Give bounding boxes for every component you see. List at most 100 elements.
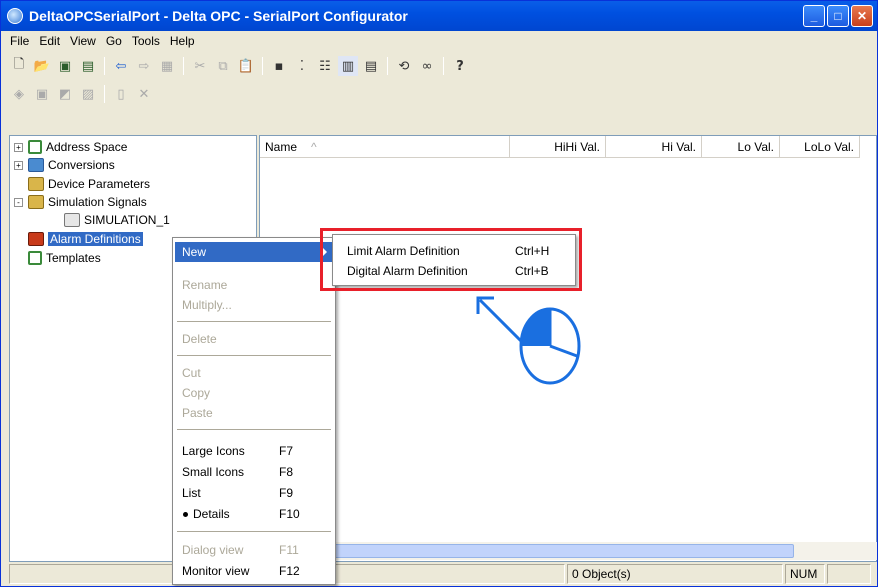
object-count: 0 Object(s) <box>572 567 631 581</box>
menu-item-monitor-view[interactable]: Monitor view F12 <box>175 561 333 581</box>
column-label: Hi Val. <box>661 139 696 154</box>
paste-icon[interactable]: 📋 <box>236 56 256 76</box>
tree-item-device-parameters[interactable]: Device Parameters <box>28 175 150 193</box>
menu-item-details[interactable]: Details F10 <box>175 504 333 524</box>
menu-item-paste[interactable]: Paste <box>175 403 333 423</box>
menu-shortcut: F9 <box>279 486 294 500</box>
tool-d-icon[interactable]: ▨ <box>78 84 98 104</box>
menu-shortcut: F8 <box>279 465 294 479</box>
small-icons-icon[interactable]: ⁚ <box>292 56 312 76</box>
up-folder-icon[interactable]: ▦ <box>157 56 177 76</box>
tree-item-simulation-signals[interactable]: - Simulation Signals <box>14 193 147 211</box>
tree-item-label: Simulation Signals <box>48 195 147 209</box>
menu-item-list[interactable]: List F9 <box>175 483 333 503</box>
tool-a-icon[interactable]: ◈ <box>9 84 29 104</box>
tree-item-conversions[interactable]: + Conversions <box>14 156 115 174</box>
menu-item-small-icons[interactable]: Small Icons F8 <box>175 462 333 482</box>
menu-item-label: Details <box>193 507 230 521</box>
toolbar-separator <box>262 57 263 75</box>
minimize-button[interactable]: _ <box>803 5 825 27</box>
menu-separator <box>177 321 331 322</box>
app-icon <box>7 8 23 24</box>
new-file-icon[interactable]: 🗋 <box>9 56 29 76</box>
scrollbar-thumb[interactable] <box>299 544 794 558</box>
open-folder-icon[interactable]: 📂 <box>32 56 52 76</box>
menu-separator <box>177 531 331 532</box>
list-view-icon[interactable]: ☷ <box>315 56 335 76</box>
menu-help[interactable]: Help <box>165 34 200 48</box>
menu-separator <box>177 355 331 356</box>
tool-b-icon[interactable]: ▣ <box>32 84 52 104</box>
copy-icon[interactable]: ⧉ <box>213 56 233 76</box>
tool-c-icon[interactable]: ◩ <box>55 84 75 104</box>
menu-item-delete[interactable]: Delete <box>175 329 333 349</box>
toolbar-separator <box>443 57 444 75</box>
menu-bar: File Edit View Go Tools Help <box>1 31 877 51</box>
menu-tools[interactable]: Tools <box>127 34 165 48</box>
context-menu: New Rename Multiply... Delete Cut Copy P… <box>172 237 336 585</box>
tree-icon <box>28 251 42 265</box>
annotation-highlight-box <box>320 228 582 291</box>
column-label: Name <box>265 139 298 154</box>
dialog-view-icon[interactable]: ▤ <box>361 56 381 76</box>
main-toolbar: 🗋 📂 ▣ ▤ ⇦ ⇨ ▦ ✂ ⧉ 📋 ▪ ⁚ ☷ ▥ ▤ ⟲ ∞ ? <box>5 53 470 79</box>
column-header-name[interactable]: Name ^ <box>260 136 510 158</box>
expand-icon[interactable]: + <box>14 142 23 152</box>
column-label: LoLo Val. <box>804 139 854 154</box>
column-header-hi[interactable]: Hi Val. <box>606 136 702 158</box>
forward-arrow-icon[interactable]: ⇨ <box>134 56 154 76</box>
tree-icon <box>28 140 42 154</box>
menu-file[interactable]: File <box>5 34 34 48</box>
horizontal-scrollbar[interactable] <box>259 542 877 560</box>
tree-item-label: Templates <box>46 251 101 265</box>
collapse-icon[interactable]: - <box>14 197 23 207</box>
tool-e-icon[interactable]: ▯ <box>111 84 131 104</box>
menu-view[interactable]: View <box>65 34 101 48</box>
menu-item-label: List <box>182 486 201 500</box>
maximize-button[interactable]: □ <box>827 5 849 27</box>
menu-item-label: Paste <box>182 406 213 420</box>
save-icon[interactable]: ▣ <box>55 56 75 76</box>
menu-separator <box>177 429 331 430</box>
monitor-icon[interactable]: ∞ <box>417 56 437 76</box>
column-header-lolo[interactable]: LoLo Val. <box>780 136 860 158</box>
close-button[interactable]: ✕ <box>851 5 873 27</box>
app-window: DeltaOPCSerialPort - Delta OPC - SerialP… <box>0 0 878 587</box>
tree-item-address-space[interactable]: + Address Space <box>14 138 127 156</box>
sort-indicator-icon: ^ <box>311 139 317 154</box>
menu-item-new[interactable]: New <box>175 242 333 262</box>
menu-item-label: Rename <box>182 278 228 292</box>
toolbar-separator <box>104 85 105 103</box>
menu-item-copy[interactable]: Copy <box>175 383 333 403</box>
menu-item-dialog-view[interactable]: Dialog view F11 <box>175 540 333 560</box>
title-bar[interactable]: DeltaOPCSerialPort - Delta OPC - SerialP… <box>1 1 877 31</box>
menu-edit[interactable]: Edit <box>34 34 65 48</box>
expand-icon[interactable]: + <box>14 160 23 170</box>
menu-item-cut[interactable]: Cut <box>175 363 333 383</box>
help-icon[interactable]: ? <box>450 56 470 76</box>
menu-item-rename[interactable]: Rename <box>175 275 333 295</box>
radio-bullet-icon <box>183 512 188 517</box>
status-pane-extra <box>827 564 871 584</box>
large-icons-icon[interactable]: ▪ <box>269 56 289 76</box>
column-header-hihi[interactable]: HiHi Val. <box>510 136 606 158</box>
menu-go[interactable]: Go <box>101 34 127 48</box>
menu-item-multiply[interactable]: Multiply... <box>175 295 333 315</box>
cut-icon[interactable]: ✂ <box>190 56 210 76</box>
tree-item-simulation-1[interactable]: SIMULATION_1 <box>64 211 170 229</box>
back-arrow-icon[interactable]: ⇦ <box>111 56 131 76</box>
column-header-lo[interactable]: Lo Val. <box>702 136 780 158</box>
tree-item-templates[interactable]: Templates <box>28 249 101 267</box>
details-view-icon[interactable]: ▥ <box>338 56 358 76</box>
menu-shortcut: F10 <box>279 507 300 521</box>
toolbar-separator <box>387 57 388 75</box>
conversion-icon <box>28 158 44 172</box>
menu-item-label: Multiply... <box>182 298 232 312</box>
delete-icon[interactable]: ✕ <box>134 84 154 104</box>
column-label: HiHi Val. <box>554 139 600 154</box>
tree-item-alarm-definitions[interactable]: Alarm Definitions <box>28 230 143 248</box>
menu-item-large-icons[interactable]: Large Icons F7 <box>175 441 333 461</box>
refresh-icon[interactable]: ⟲ <box>394 56 414 76</box>
save-all-icon[interactable]: ▤ <box>78 56 98 76</box>
menu-item-label: Copy <box>182 386 211 400</box>
